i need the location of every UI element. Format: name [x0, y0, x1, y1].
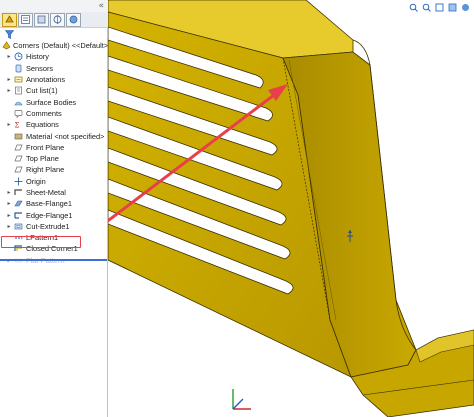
expand-arrow-icon[interactable]: ▸ [5, 121, 13, 128]
tree-item-edge-flange1[interactable]: ▸ Edge-Flange1 [0, 209, 108, 220]
svg-text:Σ: Σ [14, 122, 19, 130]
tree-item-label: Material <not specified> [26, 131, 105, 141]
tree-item-label: Right Plane [26, 165, 65, 175]
tree-item-label: History [26, 52, 49, 62]
tree-item-annotations[interactable]: ▸ Annotations [0, 74, 108, 85]
tree-item-label: Equations [26, 120, 59, 130]
tab-configuration-manager[interactable] [34, 12, 49, 27]
expand-arrow-icon[interactable]: ▸ [5, 76, 13, 83]
display-manager-icon [69, 15, 78, 24]
tree-item-label: Cut-Extrude1 [26, 221, 70, 231]
tree-item-material-not-specified[interactable]: Material <not specified> [0, 130, 108, 141]
configuration-manager-icon [37, 15, 46, 24]
material-icon [13, 132, 23, 141]
cut-extrude-icon [13, 222, 23, 231]
tree-item-history[interactable]: ▸ History [0, 51, 108, 62]
expand-arrow-icon[interactable]: ▸ [5, 53, 13, 60]
filter-icon[interactable] [5, 30, 14, 39]
tree-item-label: Top Plane [26, 154, 59, 164]
tree-item-label: Sensors [26, 63, 54, 73]
edge-flange-icon [13, 211, 23, 220]
feature-manager-panel: « Corners (Default) <<Default>... ▸ Hist… [0, 0, 114, 417]
graphics-area[interactable] [108, 0, 474, 417]
tree-root-part[interactable]: Corners (Default) <<Default>... [0, 40, 114, 51]
tree-item-label: Surface Bodies [26, 97, 77, 107]
plane-icon [13, 165, 23, 174]
tree-item-label: Edge-Flange1 [26, 210, 73, 220]
cut-list-icon [13, 86, 23, 95]
tree-item-label: Front Plane [26, 142, 65, 152]
tree-item-label: Origin [26, 176, 46, 186]
expand-arrow-icon[interactable]: ▸ [5, 212, 13, 219]
property-manager-icon [21, 15, 30, 24]
view-orientation-icon[interactable] [461, 3, 470, 12]
previous-view-icon[interactable] [435, 3, 444, 12]
tree-item-comments[interactable]: Comments [0, 108, 108, 119]
tree-item-front-plane[interactable]: Front Plane [0, 142, 108, 153]
zoom-icon[interactable] [409, 3, 418, 12]
tree-item-equations[interactable]: ▸ Σ Equations [0, 119, 108, 130]
view-toolbar [409, 3, 470, 12]
sheet-metal-icon [13, 188, 23, 197]
tree-item-label: Comments [26, 108, 62, 118]
dimxpert-icon [53, 15, 62, 24]
sensor-icon [13, 64, 23, 73]
tree-item-cut-list-1[interactable]: ▸ Cut list(1) [0, 85, 108, 96]
feature-manager-icon [5, 15, 14, 23]
tree-item-origin[interactable]: Origin [0, 176, 108, 187]
surface-bodies-icon [13, 98, 23, 107]
equation-icon: Σ [13, 120, 23, 130]
origin-icon [13, 177, 23, 186]
expand-arrow-icon[interactable]: ▸ [5, 223, 13, 230]
tree-item-label: Cut list(1) [26, 86, 58, 96]
tree-item-surface-bodies[interactable]: Surface Bodies [0, 96, 108, 107]
rollback-bar[interactable] [0, 259, 107, 261]
zoom-area-icon[interactable] [422, 3, 431, 12]
expand-arrow-icon[interactable]: ▸ [5, 189, 13, 196]
tree-item-label: Base-Flange1 [26, 199, 73, 209]
feature-tree: Corners (Default) <<Default>... ▸ History… [0, 40, 114, 266]
tab-dimxpert-manager[interactable] [50, 12, 65, 27]
plane-icon [13, 154, 23, 163]
tree-item-top-plane[interactable]: Top Plane [0, 153, 108, 164]
tree-root-label: Corners (Default) <<Default>... [13, 41, 115, 51]
tree-item-right-plane[interactable]: Right Plane [0, 164, 108, 175]
history-icon [13, 52, 23, 61]
tree-item-sheet-metal[interactable]: ▸ Sheet-Metal [0, 187, 108, 198]
tree-item-base-flange1[interactable]: ▸ Base-Flange1 [0, 198, 108, 209]
tree-item-cut-extrude1[interactable]: ▸ Cut-Extrude1 [0, 221, 108, 232]
coordinate-triad-icon [232, 389, 251, 410]
annotation-icon [13, 75, 23, 84]
tab-property-manager[interactable] [18, 12, 33, 27]
part-icon [2, 41, 11, 50]
comment-icon [13, 109, 23, 118]
panel-tab-bar [0, 12, 108, 28]
origin-icon [347, 230, 353, 242]
tree-item-label: Sheet-Metal [26, 188, 66, 197]
section-view-icon[interactable] [448, 3, 457, 12]
expand-arrow-icon[interactable]: ▸ [5, 200, 13, 207]
sheet-metal-part[interactable] [108, 0, 474, 417]
base-flange-icon [13, 199, 23, 208]
tree-item-label: Annotations [26, 75, 66, 85]
expand-arrow-icon[interactable]: ▸ [5, 87, 13, 94]
solidworks-window: « Corners (Default) <<Default>... ▸ Hist… [0, 0, 474, 417]
tree-item-sensors[interactable]: Sensors [0, 63, 108, 74]
tab-feature-manager[interactable] [2, 12, 17, 27]
closed-corner-callout-box [1, 236, 81, 248]
panel-top-strip: « [0, 0, 108, 12]
tab-display-manager[interactable] [66, 12, 81, 27]
plane-icon [13, 143, 23, 152]
collapse-chevron-icon[interactable]: « [98, 1, 104, 11]
